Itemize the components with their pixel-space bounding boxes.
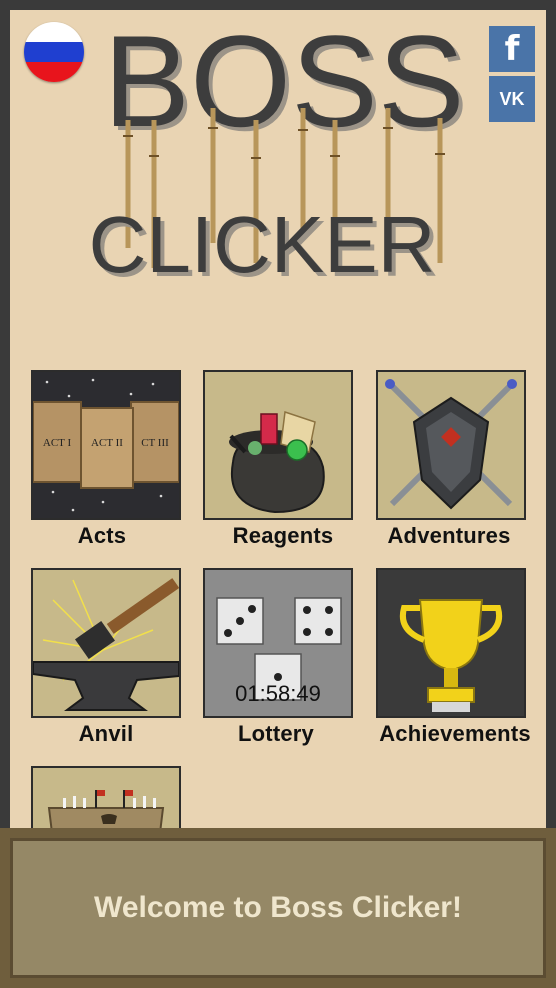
adventures-label[interactable]: Adventures (354, 523, 544, 549)
achievements-tile[interactable] (376, 568, 526, 718)
game-logo: BOSS BOSS CLICKER CLICKER (89, 8, 469, 293)
act-1-label: ACT I (43, 437, 72, 449)
acts-icon: ACT I ACT II CT III (33, 372, 179, 518)
facebook-button[interactable]: f (489, 26, 535, 72)
shield-swords-icon (378, 372, 524, 518)
lottery-timer: 01:58:49 (235, 681, 321, 706)
lottery-tile[interactable]: 01:58:49 (203, 568, 353, 718)
logo-title-boss: BOSS (103, 8, 464, 154)
reagents-label[interactable]: Reagents (188, 523, 378, 549)
act-3-label: CT III (141, 437, 169, 449)
anvil-tile[interactable] (31, 568, 181, 718)
facebook-icon: f (504, 29, 520, 69)
welcome-toast[interactable]: Welcome to Boss Clicker! (10, 838, 546, 978)
adventures-tile[interactable] (376, 370, 526, 520)
anvil-label[interactable]: Anvil (11, 721, 201, 747)
reagents-bag-icon (205, 372, 351, 518)
achievements-label[interactable]: Achievements (360, 721, 550, 747)
lottery-label[interactable]: Lottery (181, 721, 371, 747)
reagents-tile[interactable] (203, 370, 353, 520)
vk-button[interactable]: VK (489, 76, 535, 122)
welcome-message: Welcome to Boss Clicker! (94, 891, 462, 924)
anvil-hammer-icon (33, 570, 179, 716)
logo-subtitle-clicker: CLICKER (89, 200, 436, 289)
russian-flag-icon[interactable] (24, 22, 84, 82)
trophy-icon (378, 570, 524, 716)
dice-icon: 01:58:49 (205, 570, 351, 716)
vk-icon: VK (499, 88, 525, 109)
act-2-label: ACT II (91, 437, 123, 449)
acts-label[interactable]: Acts (7, 523, 197, 549)
acts-tile[interactable]: ACT I ACT II CT III (31, 370, 181, 520)
